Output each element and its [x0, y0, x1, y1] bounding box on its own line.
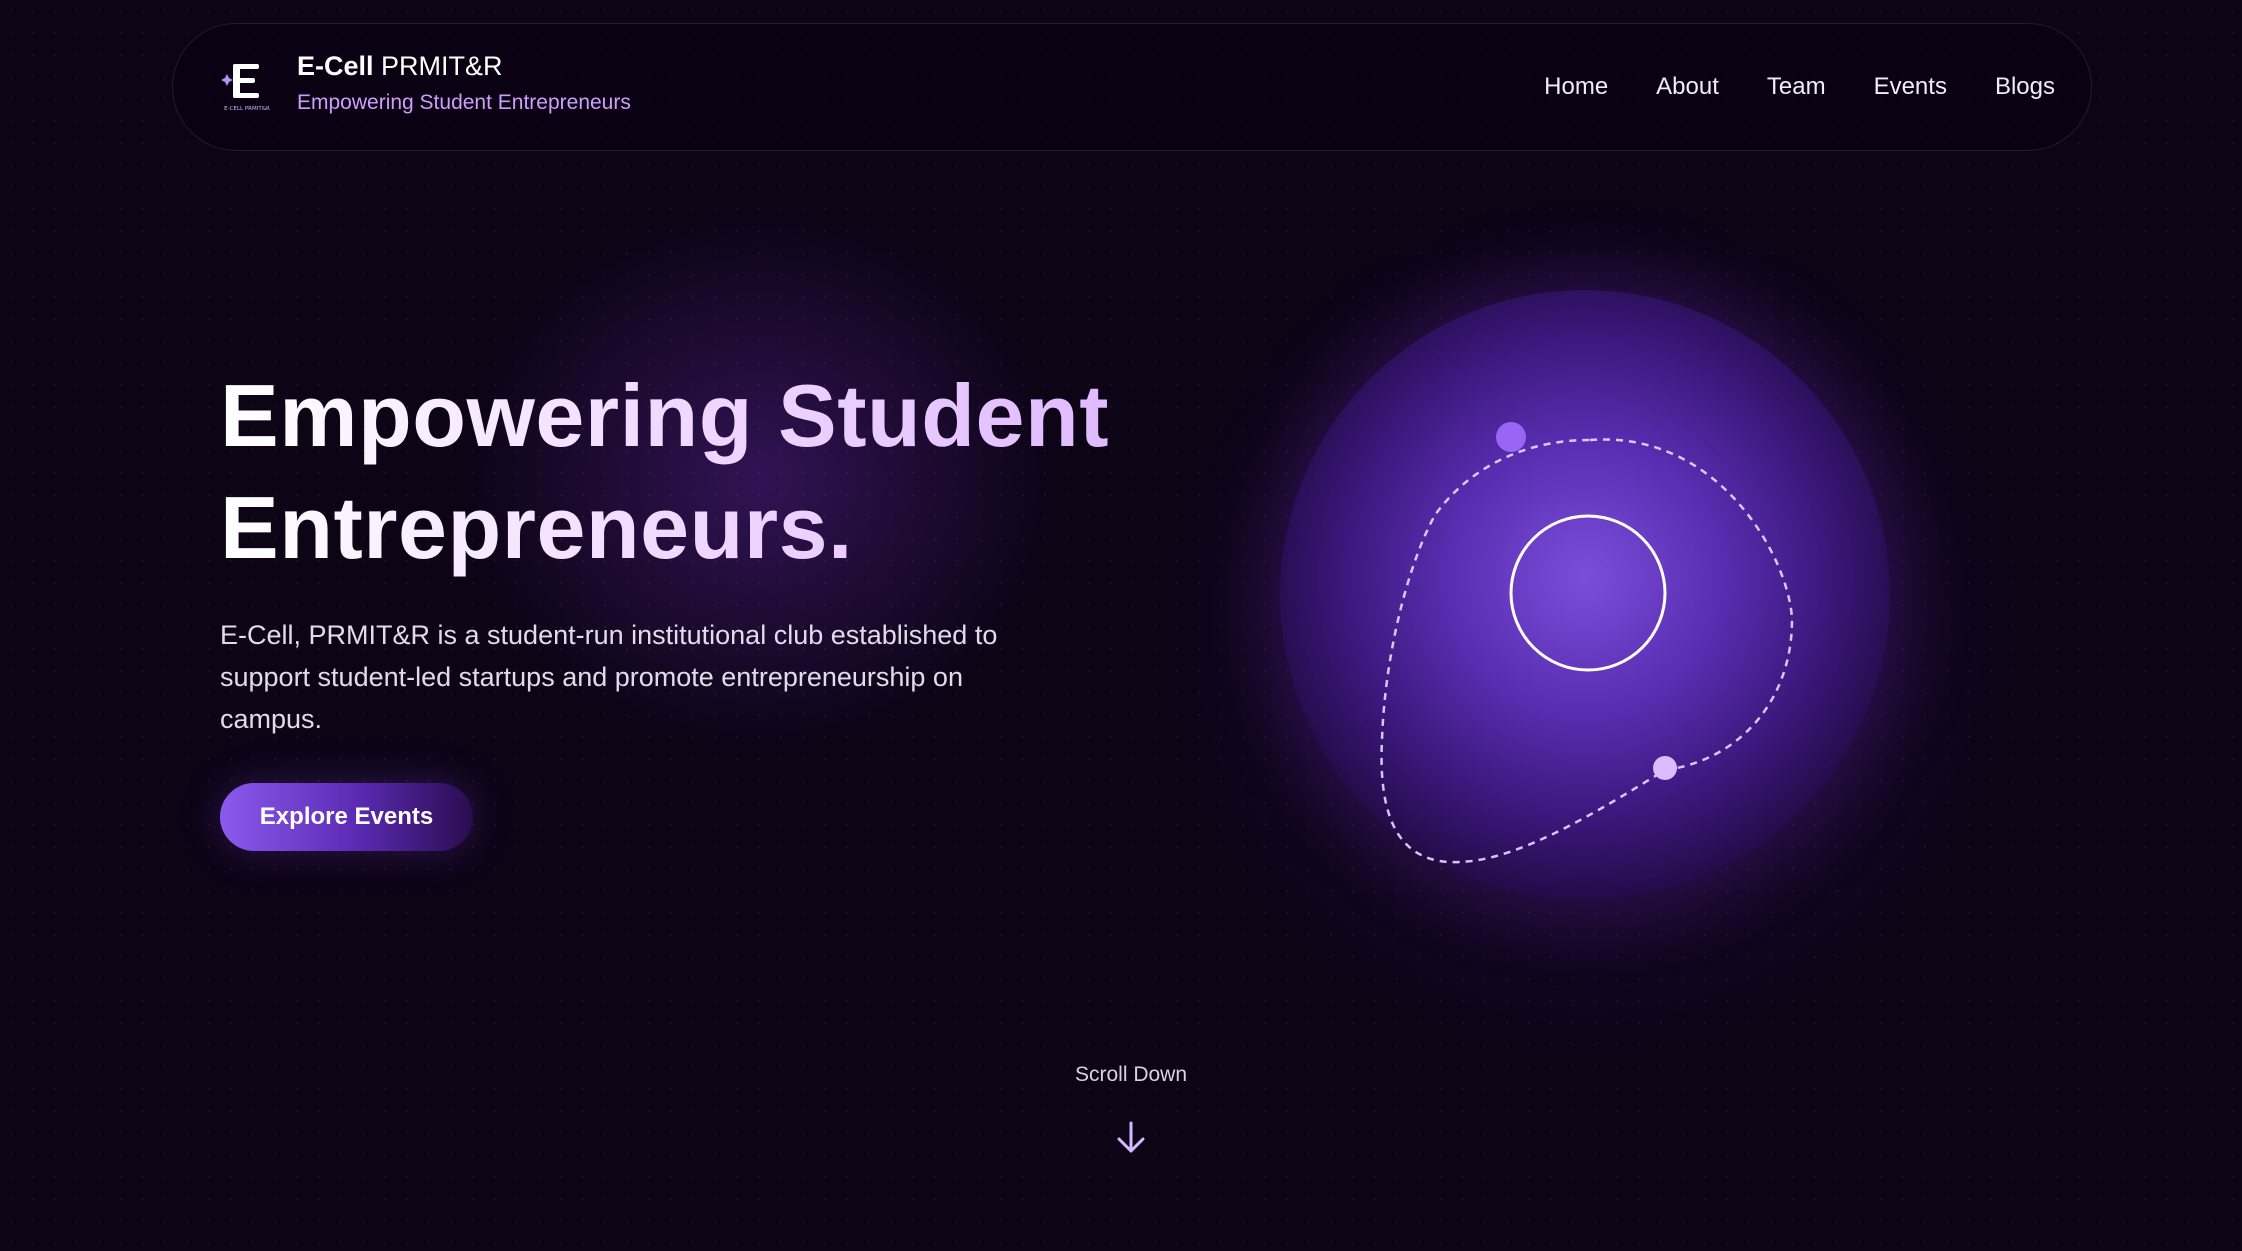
landing-page: E-CELL PRMIT&R E-Cell PRMIT&R Empowering…: [0, 0, 2242, 1251]
orbit-dot-bottom: [1653, 756, 1677, 780]
arrow-down-icon[interactable]: [1111, 1118, 1151, 1158]
scroll-down-label[interactable]: Scroll Down: [1021, 1063, 1241, 1087]
orbit-dot-top: [1496, 422, 1526, 452]
center-ring: [1509, 514, 1667, 672]
orbit-path: [1380, 438, 1794, 864]
